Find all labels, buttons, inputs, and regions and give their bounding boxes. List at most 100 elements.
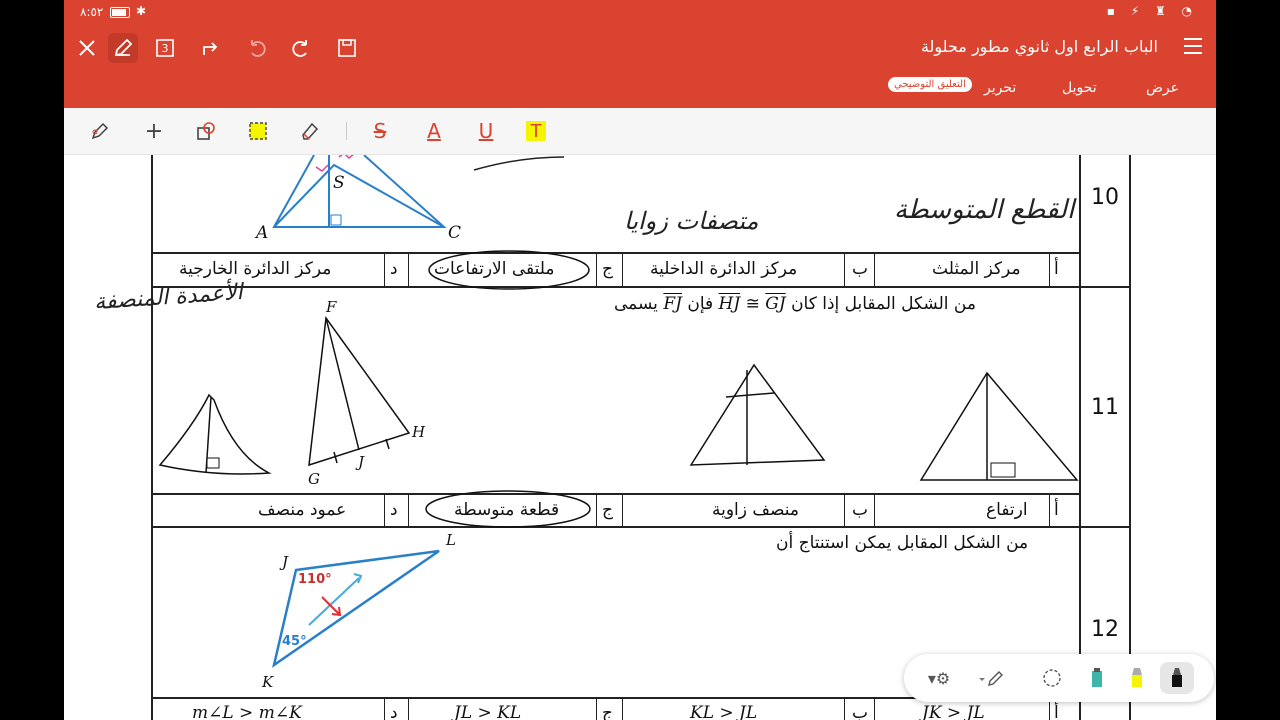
figure-label-f: F [326, 298, 337, 316]
pencil-icon[interactable] [976, 666, 1006, 690]
option-letter: د [390, 500, 398, 520]
save-icon[interactable] [332, 33, 362, 63]
toolbar-divider [346, 122, 347, 140]
text-color-icon[interactable]: A [422, 119, 446, 143]
col-sep [1049, 253, 1050, 287]
col-sep [844, 253, 845, 287]
option-text[interactable]: JK > JL [922, 703, 985, 720]
stem-then: فإن [687, 294, 714, 314]
option-text[interactable]: m∠L > m∠K [192, 703, 302, 720]
col-sep [874, 253, 875, 287]
underline-icon[interactable]: U [474, 119, 498, 143]
highlight-text-icon[interactable]: T [526, 121, 546, 142]
menu-icon[interactable] [1184, 38, 1202, 59]
handwriting-note: القطع المتوسطة [894, 195, 1075, 225]
option-letter: ب [852, 703, 869, 720]
option-letter: د [390, 259, 398, 279]
col-sep [874, 698, 875, 720]
col-sep [622, 494, 623, 527]
col-sep [596, 494, 597, 527]
tab-view[interactable]: عرض [1146, 80, 1179, 96]
strike-icon[interactable]: S [368, 119, 392, 143]
top-bar: 3 الباب الرابع اول ثانوي مطور محلولة [64, 26, 1216, 70]
question-number: 12 [1091, 617, 1119, 642]
option-text[interactable]: عمود منصف [258, 500, 346, 520]
question-number: 11 [1091, 395, 1119, 420]
close-icon[interactable] [72, 33, 102, 63]
segment-fj: FJ [663, 294, 682, 314]
option-letter: د [390, 703, 398, 720]
option-text[interactable]: مركز المثلث [932, 259, 1021, 279]
figure-label-j: J [282, 553, 289, 571]
figure-label-a: A [256, 223, 269, 243]
annotation-toolbar: + S A U T [64, 108, 1216, 155]
option-text[interactable]: مركز الدائرة الخارجية [179, 259, 331, 279]
option-text[interactable]: منصف زاوية [712, 500, 799, 520]
settings-icon[interactable]: ▾⚙ [924, 666, 954, 690]
question-stem: من الشكل المقابل إذا كان HJ ≅ GJ فإن FJ … [614, 294, 976, 314]
col-sep [384, 698, 385, 720]
option-text[interactable]: مركز الدائرة الداخلية [650, 259, 797, 279]
share-icon[interactable] [196, 33, 226, 63]
tab-bar: عرض تحويل تحرير التعليق التوضيحي [64, 70, 1216, 108]
option-letter: أ [1054, 259, 1059, 279]
bluetooth-icon: ✱ [136, 4, 147, 18]
area-select-icon[interactable] [246, 119, 270, 143]
figure-label-k: K [262, 673, 274, 691]
tab-edit[interactable]: تحرير [984, 80, 1016, 96]
figure-label-s: S [333, 173, 345, 193]
marker-yellow-icon[interactable] [1126, 666, 1148, 690]
segment-hj: HJ [718, 294, 741, 314]
col-sep [874, 494, 875, 527]
shape-icon[interactable] [194, 119, 218, 143]
col-sep [1049, 494, 1050, 527]
circle-select-icon[interactable] [1040, 666, 1064, 690]
tab-annotate[interactable]: التعليق التوضيحي [888, 77, 972, 92]
page-count-badge: 3 [161, 41, 169, 55]
marker-teal-icon[interactable] [1086, 666, 1108, 690]
pen-icon[interactable] [108, 33, 138, 63]
document-title: الباب الرابع اول ثانوي مطور محلولة [920, 37, 1158, 56]
app-window: ٨:٥٢ ✱ ▪ ⚡ ♜ ◔ 3 الباب الرابع اول ثانوي … [64, 0, 1216, 720]
pen-palette: ▾⚙ [904, 654, 1214, 702]
figure-label-l: L [446, 531, 456, 549]
tab-convert[interactable]: تحويل [1062, 80, 1097, 96]
redo-icon[interactable] [286, 33, 316, 63]
stem-called: يسمى [614, 294, 658, 314]
q11-figure [158, 315, 411, 475]
undo-icon[interactable] [242, 33, 272, 63]
answer-circle [428, 250, 590, 290]
col-sep [596, 253, 597, 287]
status-icons: ▪ ⚡ ♜ ◔ [1106, 4, 1198, 18]
option-letter: ب [852, 259, 869, 279]
table-rule [151, 286, 1131, 288]
col-sep [622, 698, 623, 720]
answer-circle [425, 490, 591, 528]
figure-label-h: H [412, 423, 426, 441]
plus-icon[interactable]: + [142, 119, 166, 144]
figure-label-j: J [358, 453, 365, 471]
option-text[interactable]: ارتفاع [986, 500, 1028, 520]
document-page: 10 S A C القطع المتوسطة متصفات زوايا أ م… [64, 155, 1216, 720]
pages-icon[interactable]: 3 [150, 33, 180, 63]
handwriting-stroke [473, 156, 565, 171]
option-letter: أ [1054, 703, 1059, 720]
option-text[interactable]: JL > KL [454, 703, 521, 720]
col-sep [844, 698, 845, 720]
status-bar: ٨:٥٢ ✱ ▪ ⚡ ♜ ◔ [64, 0, 1216, 26]
margin-note: الأعمدة المنصفة [93, 279, 244, 316]
option-text[interactable]: KL > JL [690, 703, 757, 720]
col-sep [622, 253, 623, 287]
lasso-icon[interactable] [88, 119, 112, 143]
q11-sketches [689, 363, 1079, 481]
figure-label-g: G [308, 470, 320, 488]
option-letter: أ [1054, 500, 1059, 520]
stem-prefix: من الشكل المقابل إذا كان [791, 294, 976, 314]
option-letter: ب [852, 500, 869, 520]
marker-black-icon[interactable] [1160, 662, 1194, 694]
question-stem: من الشكل المقابل يمكن استنتاج أن [776, 533, 1029, 553]
figure-label-c: C [448, 223, 462, 243]
col-sep [596, 698, 597, 720]
eraser-icon[interactable] [298, 119, 322, 143]
option-letter: ج [602, 703, 613, 720]
